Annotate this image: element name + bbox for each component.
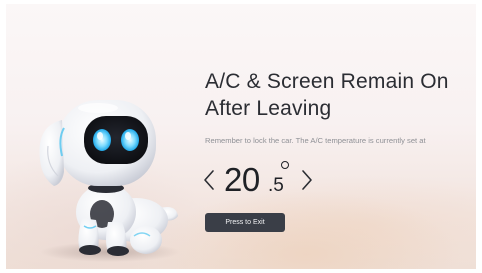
temperature-integer: 20 bbox=[224, 161, 260, 198]
temperature-decimal: .5 bbox=[268, 175, 284, 196]
notice-title: A/C & Screen Remain On After Leaving bbox=[205, 68, 467, 122]
notice-subtitle: Remember to lock the car. The A/C temper… bbox=[205, 136, 426, 145]
robot-mascot-illustration bbox=[39, 100, 180, 262]
press-to-exit-button[interactable]: Press to Exit bbox=[205, 213, 285, 232]
temperature-control: 20 .5 bbox=[202, 156, 332, 204]
ac-screen-notice: A/C & Screen Remain On After Leaving Rem… bbox=[6, 4, 476, 269]
chevron-left-icon[interactable] bbox=[202, 169, 216, 191]
chevron-right-icon[interactable] bbox=[300, 169, 314, 191]
notice-title-line1: A/C & Screen Remain On bbox=[205, 70, 449, 93]
degree-icon bbox=[281, 161, 289, 169]
notice-title-line2: After Leaving bbox=[205, 97, 332, 120]
